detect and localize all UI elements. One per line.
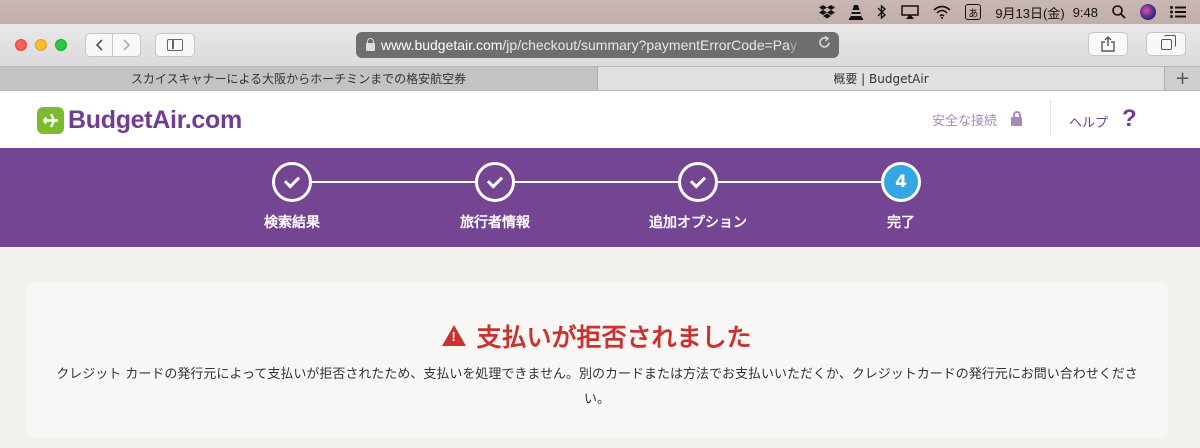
- notification-center-icon[interactable]: [1170, 0, 1186, 24]
- step-label: 完了: [887, 215, 915, 231]
- url-overflow: y: [789, 37, 797, 53]
- new-tab-button[interactable]: +: [1164, 67, 1200, 90]
- zoom-window-button[interactable]: [55, 39, 67, 51]
- checkout-progress: 検索結果 旅行者情報 追加オプション 4 完了: [0, 148, 1200, 247]
- chevron-right-icon: [122, 39, 130, 51]
- warning-icon: [442, 324, 467, 346]
- menubar-time[interactable]: 9:48: [1073, 0, 1098, 24]
- error-title: 支払いが拒否されました: [476, 323, 752, 352]
- tab-skyscanner[interactable]: スカイスキャナーによる大阪からホーチミンまでの格安航空券: [0, 67, 598, 90]
- error-message: クレジット カードの発行元によって支払いが拒否されたため、支払いを処理できません…: [56, 367, 1138, 407]
- menubar-date[interactable]: 9月13日(金): [995, 0, 1064, 24]
- secure-connection-label: 安全な接続: [932, 114, 998, 129]
- progress-track: [292, 181, 901, 183]
- tab-budgetair[interactable]: 概要 | BudgetAir: [598, 67, 1164, 90]
- step-traveler-info: 旅行者情報: [415, 162, 575, 232]
- secure-connection: 安全な接続: [932, 110, 1023, 129]
- step-search-results: 検索結果: [212, 162, 372, 232]
- close-window-button[interactable]: [15, 39, 27, 51]
- step-number: 4: [881, 162, 921, 202]
- minimize-window-button[interactable]: [35, 39, 47, 51]
- forward-button[interactable]: [113, 33, 141, 57]
- window-controls: [15, 39, 67, 51]
- airplane-icon: [37, 107, 64, 134]
- help-label: ヘルプ: [1069, 115, 1109, 131]
- browser-toolbar: www.budgetair.com/jp/checkout/summary?pa…: [0, 24, 1200, 66]
- wifi-icon[interactable]: [933, 0, 951, 24]
- check-icon: [272, 162, 312, 202]
- step-extra-options: 追加オプション: [618, 162, 778, 232]
- step-complete: 4 完了: [821, 162, 981, 232]
- step-label: 旅行者情報: [460, 215, 530, 231]
- budgetair-logo[interactable]: BudgetAir.com: [37, 106, 242, 135]
- history-nav: [85, 33, 141, 57]
- step-label: 追加オプション: [649, 215, 747, 231]
- header-divider: [1050, 101, 1051, 135]
- bluetooth-icon[interactable]: [877, 0, 887, 24]
- ime-label: あ: [965, 4, 982, 20]
- padlock-icon: [1011, 111, 1023, 126]
- check-icon: [678, 162, 718, 202]
- back-button[interactable]: [85, 33, 113, 57]
- help-link[interactable]: ヘルプ ?: [1069, 105, 1137, 133]
- url-domain: www.budgetair.com: [381, 37, 503, 53]
- siri-icon[interactable]: [1140, 0, 1156, 24]
- url-path: /jp/checkout/summary?paymentErrorCode=Pa: [502, 37, 790, 53]
- share-icon: [1101, 36, 1115, 52]
- dropbox-icon[interactable]: [819, 0, 836, 24]
- sidebar-icon: [167, 39, 183, 51]
- reload-icon[interactable]: [818, 35, 831, 52]
- tab-bar: スカイスキャナーによる大阪からホーチミンまでの格安航空券 概要 | Budget…: [0, 66, 1200, 91]
- question-mark-icon: ?: [1122, 105, 1137, 132]
- address-bar[interactable]: www.budgetair.com/jp/checkout/summary?pa…: [356, 32, 839, 58]
- vlc-icon[interactable]: [849, 0, 864, 24]
- menubar: あ 9月13日(金) 9:48: [0, 0, 1200, 24]
- sidebar-toggle-button[interactable]: [155, 33, 195, 57]
- tab-overview-button[interactable]: [1146, 32, 1186, 56]
- ime-icon[interactable]: あ: [965, 0, 982, 24]
- lock-icon: [366, 37, 375, 51]
- error-heading: 支払いが拒否されました: [26, 318, 1168, 354]
- logo-text: BudgetAir.com: [68, 106, 242, 134]
- site-header: BudgetAir.com 安全な接続 ヘルプ ?: [0, 91, 1200, 148]
- search-icon[interactable]: [1112, 0, 1126, 24]
- airplay-icon[interactable]: [901, 0, 920, 24]
- payment-error-panel: 支払いが拒否されました クレジット カードの発行元によって支払いが拒否されたため…: [26, 282, 1168, 437]
- tab-overview-icon: [1160, 34, 1176, 50]
- chevron-left-icon: [95, 39, 103, 51]
- check-icon: [475, 162, 515, 202]
- step-label: 検索結果: [264, 215, 320, 231]
- share-button[interactable]: [1088, 32, 1128, 56]
